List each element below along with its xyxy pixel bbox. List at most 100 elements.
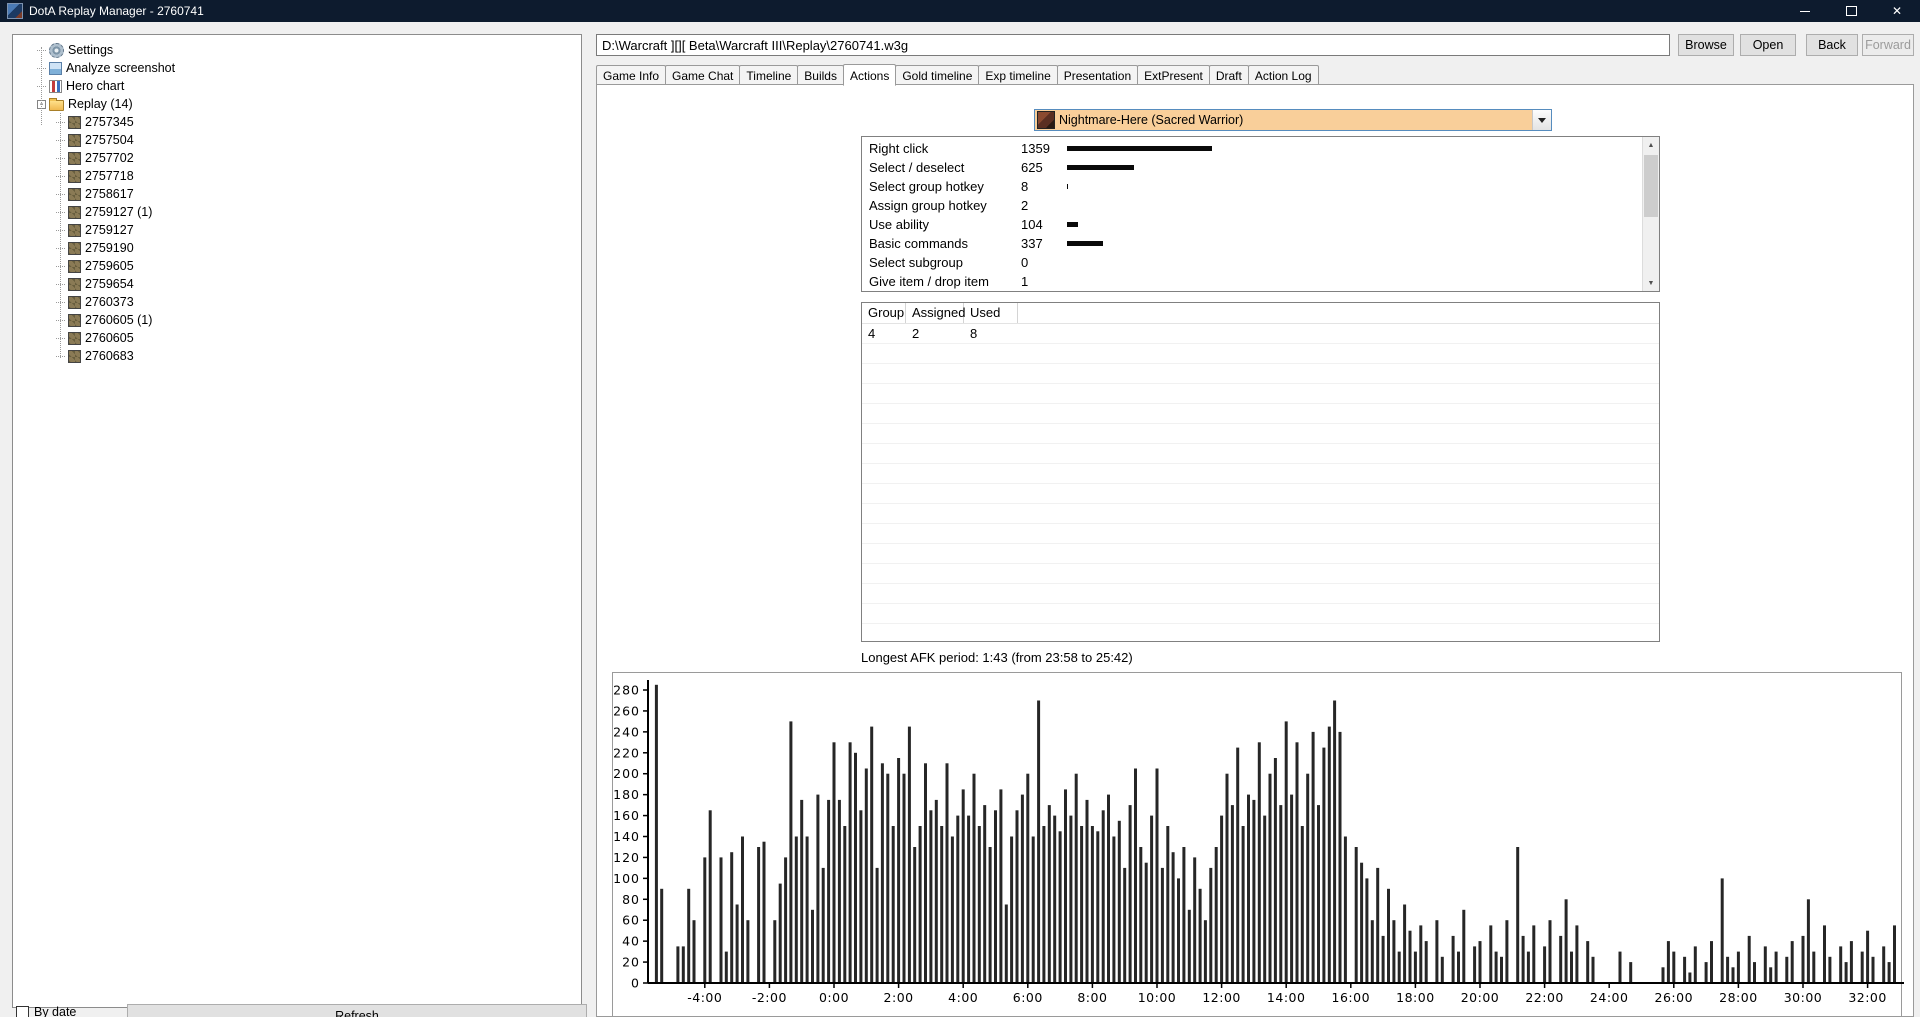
tree-item-replay[interactable]: 2757504	[13, 131, 581, 149]
action-count-row[interactable]: Right click1359	[862, 139, 1642, 158]
dota-replay-manager-window: DotA Replay Manager - 2760741 ✕ Settings…	[0, 0, 1920, 1017]
player-select-dropdown[interactable]: Nightmare-Here (Sacred Warrior)	[1034, 109, 1552, 131]
tab-actions[interactable]: Actions	[843, 64, 896, 86]
tree-item-analyze-screenshot[interactable]: Analyze screenshot	[13, 59, 581, 77]
group-table-row[interactable]: 428	[862, 324, 1659, 344]
svg-text:-4:00: -4:00	[687, 990, 722, 1005]
tree-item-label: 2760373	[85, 295, 134, 309]
action-count-row[interactable]: Use ability104	[862, 215, 1642, 234]
tree-item-label: 2757504	[85, 133, 134, 147]
tree-item-replay[interactable]: 2757718	[13, 167, 581, 185]
title-bar[interactable]: DotA Replay Manager - 2760741 ✕	[0, 0, 1920, 22]
group-table-empty-row	[862, 504, 1659, 524]
scroll-down-icon[interactable]: ▼	[1643, 275, 1659, 291]
tab-draft[interactable]: Draft	[1209, 65, 1249, 85]
screenshot-icon	[49, 62, 62, 75]
tab-timeline[interactable]: Timeline	[739, 65, 798, 85]
player-select-value: Nightmare-Here (Sacred Warrior)	[1059, 113, 1243, 127]
action-bar	[1067, 241, 1103, 246]
svg-text:28:00: 28:00	[1719, 990, 1758, 1005]
tree-item-replay[interactable]: 2760605 (1)	[13, 311, 581, 329]
tab-gold-timeline[interactable]: Gold timeline	[895, 65, 979, 85]
back-button[interactable]: Back	[1806, 34, 1858, 56]
tab-action-log[interactable]: Action Log	[1248, 65, 1319, 85]
replay-path-input[interactable]	[596, 34, 1670, 56]
replay-file-icon	[68, 134, 81, 147]
tree-item-replay[interactable]: 2760683	[13, 347, 581, 365]
replay-file-icon	[68, 350, 81, 363]
tree-item-replay[interactable]: 2757702	[13, 149, 581, 167]
tab-extpresent[interactable]: ExtPresent	[1137, 65, 1210, 85]
svg-text:240: 240	[613, 724, 640, 739]
tree-item-replay[interactable]: 2759605	[13, 257, 581, 275]
action-label: Select / deselect	[862, 160, 1021, 175]
tree-item-replay[interactable]: 2760605	[13, 329, 581, 347]
svg-text:10:00: 10:00	[1138, 990, 1177, 1005]
maximize-button[interactable]	[1828, 0, 1874, 22]
group-table-empty-row	[862, 564, 1659, 584]
tree-item-label: Settings	[68, 43, 113, 57]
action-count-row[interactable]: Select group hotkey8	[862, 177, 1642, 196]
tab-game-info[interactable]: Game Info	[596, 65, 666, 85]
action-value: 0	[1021, 255, 1067, 270]
dropdown-arrow-button[interactable]	[1532, 110, 1551, 130]
action-label: Basic commands	[862, 236, 1021, 251]
tree-item-replay[interactable]: 2758617	[13, 185, 581, 203]
action-count-row[interactable]: Basic commands337	[862, 234, 1642, 253]
svg-text:22:00: 22:00	[1525, 990, 1564, 1005]
tree-item-settings[interactable]: Settings	[13, 41, 581, 59]
scroll-up-icon[interactable]: ▲	[1643, 137, 1659, 153]
group-cell: 2	[906, 326, 964, 341]
minimize-button[interactable]	[1782, 0, 1828, 22]
svg-text:6:00: 6:00	[1013, 990, 1043, 1005]
action-value: 104	[1021, 217, 1067, 232]
by-date-checkbox[interactable]	[16, 1006, 29, 1017]
tab-presentation[interactable]: Presentation	[1057, 65, 1138, 85]
tree-item-replay[interactable]: 2760373	[13, 293, 581, 311]
tree-item-replay[interactable]: 2757345	[13, 113, 581, 131]
afk-period-text: Longest AFK period: 1:43 (from 23:58 to …	[861, 650, 1133, 665]
tab-builds[interactable]: Builds	[797, 65, 844, 85]
tree-item-replay[interactable]: 2759127 (1)	[13, 203, 581, 221]
svg-text:24:00: 24:00	[1590, 990, 1629, 1005]
refresh-button[interactable]: Refresh	[127, 1004, 587, 1017]
scrollbar-thumb[interactable]	[1644, 155, 1658, 217]
action-label: Select group hotkey	[862, 179, 1021, 194]
action-value: 625	[1021, 160, 1067, 175]
tree-item-hero-chart[interactable]: Hero chart	[13, 77, 581, 95]
svg-text:4:00: 4:00	[948, 990, 978, 1005]
action-bar	[1067, 222, 1078, 227]
svg-text:200: 200	[613, 766, 640, 781]
action-bar	[1067, 146, 1212, 151]
group-col-header[interactable]: Assigned	[906, 303, 964, 323]
open-button[interactable]: Open	[1740, 34, 1796, 56]
app-icon	[7, 3, 23, 19]
tree-item-replay[interactable]: 2759127	[13, 221, 581, 239]
svg-text:20: 20	[622, 955, 640, 970]
group-table-empty-row	[862, 584, 1659, 604]
action-count-row[interactable]: Assign group hotkey2	[862, 196, 1642, 215]
minimize-icon	[1800, 11, 1810, 12]
tree-item-label: Replay (14)	[68, 97, 133, 111]
tab-strip: Game InfoGame ChatTimelineBuildsActionsG…	[596, 64, 1318, 85]
tree-item-replay[interactable]: 2759190	[13, 239, 581, 257]
group-col-header[interactable]: Group	[862, 303, 906, 323]
svg-text:30:00: 30:00	[1784, 990, 1823, 1005]
group-col-header[interactable]: Used	[964, 303, 1018, 323]
action-count-row[interactable]: Select subgroup0	[862, 253, 1642, 272]
close-button[interactable]: ✕	[1874, 0, 1920, 22]
svg-text:260: 260	[613, 703, 640, 718]
tree-item-replay[interactable]: 2759654	[13, 275, 581, 293]
tree-item-label: 2759654	[85, 277, 134, 291]
action-count-row[interactable]: Select / deselect625	[862, 158, 1642, 177]
group-table-empty-row	[862, 484, 1659, 504]
tree-item-label: 2760605 (1)	[85, 313, 152, 327]
tree-item-replay-folder[interactable]: - Replay (14)	[13, 95, 581, 113]
action-list-scrollbar[interactable]: ▲ ▼	[1642, 137, 1659, 291]
tab-exp-timeline[interactable]: Exp timeline	[978, 65, 1057, 85]
tree-footer: By date Refresh	[12, 1004, 580, 1017]
action-count-row[interactable]: Give item / drop item1	[862, 272, 1642, 291]
tab-game-chat[interactable]: Game Chat	[665, 65, 740, 85]
browse-button[interactable]: Browse	[1678, 34, 1734, 56]
tree-item-label: 2760605	[85, 331, 134, 345]
